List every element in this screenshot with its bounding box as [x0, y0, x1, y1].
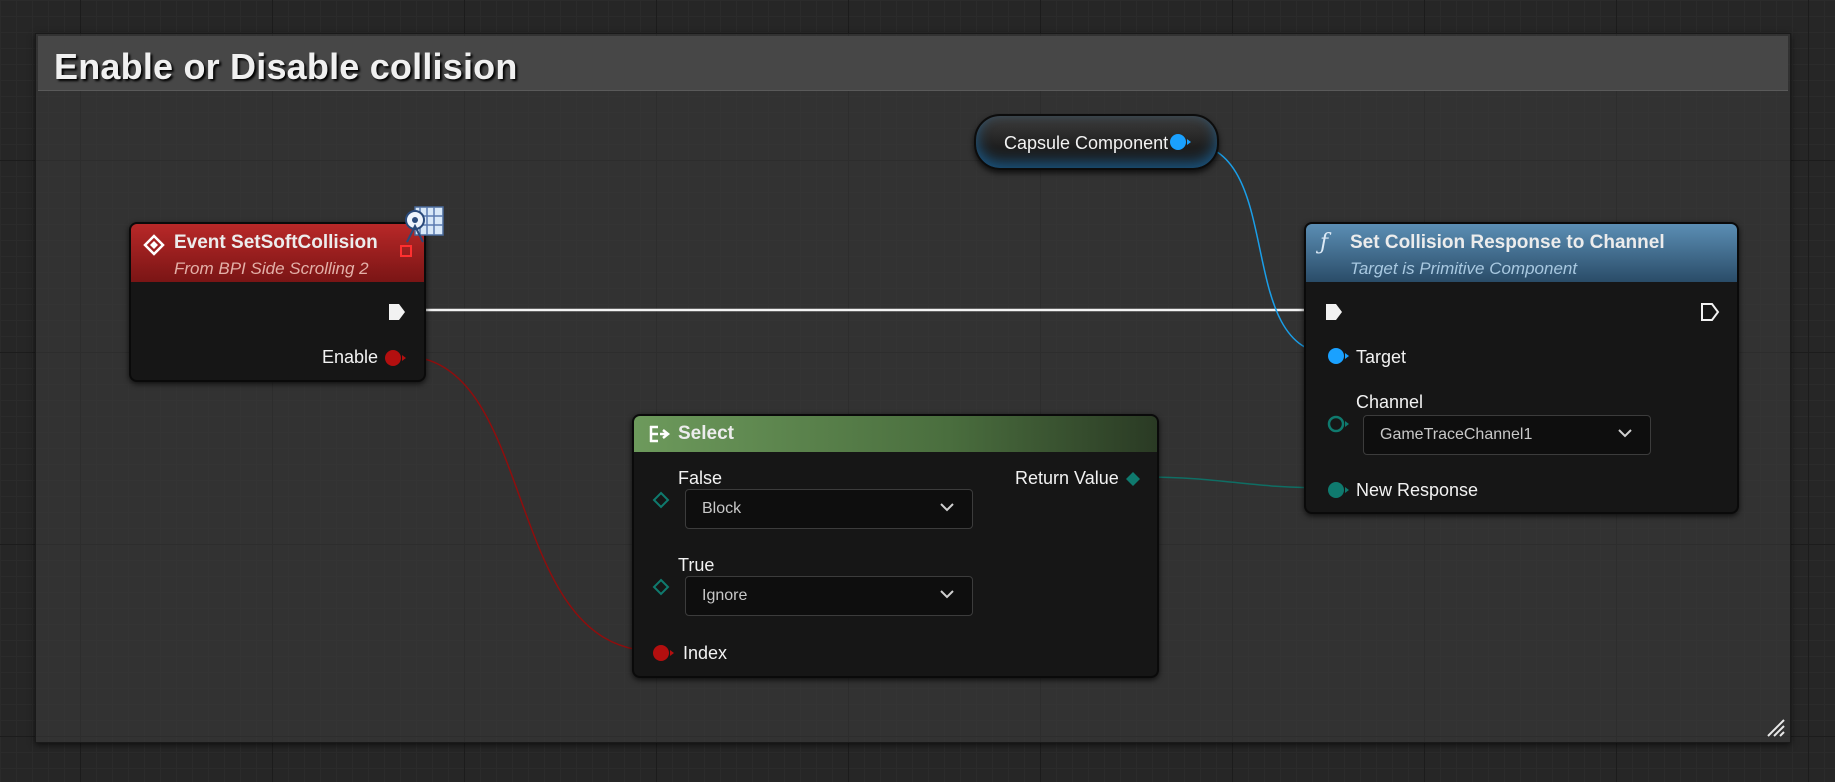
- chevron-down-icon: [1618, 429, 1632, 438]
- event-diamond-icon: [143, 234, 165, 256]
- new-response-pin-icon[interactable]: [1326, 480, 1350, 500]
- event-node[interactable]: Event SetSoftCollision From BPI Side Scr…: [129, 206, 444, 382]
- channel-dropdown[interactable]: GameTraceChannel1: [1363, 415, 1651, 455]
- true-pin-label: True: [678, 555, 715, 575]
- select-node-title: Select: [678, 423, 734, 444]
- exec-in-pin-icon[interactable]: [1324, 302, 1344, 322]
- new-response-pin-label: New Response: [1356, 480, 1479, 500]
- function-icon: ƒ: [1320, 230, 1329, 255]
- target-pin-label: Target: [1356, 347, 1407, 367]
- chevron-down-icon: [940, 503, 954, 512]
- true-value-dropdown[interactable]: Ignore: [685, 576, 973, 616]
- set-collision-node-title: Set Collision Response to Channel: [1350, 232, 1665, 253]
- false-value-text: Block: [702, 500, 742, 517]
- index-pin-label: Index: [683, 643, 728, 663]
- channel-dropdown-value: GameTraceChannel1: [1380, 426, 1533, 443]
- index-pin-icon[interactable]: [651, 643, 675, 663]
- true-value-text: Ignore: [702, 587, 748, 604]
- enable-pin-icon[interactable]: [383, 348, 407, 368]
- exec-out-pin-icon[interactable]: [387, 302, 407, 322]
- return-value-pin-icon[interactable]: [1124, 470, 1142, 488]
- set-collision-node-subtitle: Target is Primitive Component: [1350, 259, 1578, 278]
- resize-grip-icon[interactable]: [1766, 718, 1786, 738]
- false-pin-icon[interactable]: [652, 491, 670, 509]
- event-node-title: Event SetSoftCollision: [174, 232, 378, 253]
- true-pin-icon[interactable]: [652, 578, 670, 596]
- capsule-component-label: Capsule Component: [1004, 133, 1169, 153]
- false-pin-label: False: [678, 468, 723, 488]
- comment-header[interactable]: Enable or Disable collision: [38, 36, 1788, 91]
- exec-out-pin-icon[interactable]: [1700, 302, 1720, 322]
- select-node[interactable]: Select False Block True Ignore Index Ret…: [632, 414, 1159, 678]
- comment-title: Enable or Disable collision: [54, 46, 518, 87]
- chevron-down-icon: [940, 590, 954, 599]
- channel-pin-icon[interactable]: [1326, 414, 1350, 434]
- false-value-dropdown[interactable]: Block: [685, 489, 973, 529]
- enable-pin-label: Enable: [322, 347, 379, 367]
- return-value-pin-label: Return Value: [1015, 468, 1119, 488]
- capsule-component-node[interactable]: Capsule Component: [974, 114, 1219, 170]
- interface-message-icon: [405, 206, 444, 243]
- capsule-component-pin-icon[interactable]: [1168, 132, 1192, 152]
- event-node-subtitle: From BPI Side Scrolling 2: [174, 259, 369, 278]
- breakpoint-icon[interactable]: [399, 244, 413, 258]
- channel-pin-label: Channel: [1356, 392, 1424, 412]
- set-collision-response-node[interactable]: ƒ Set Collision Response to Channel Targ…: [1304, 222, 1739, 514]
- target-pin-icon[interactable]: [1326, 346, 1350, 366]
- select-icon: [649, 425, 670, 443]
